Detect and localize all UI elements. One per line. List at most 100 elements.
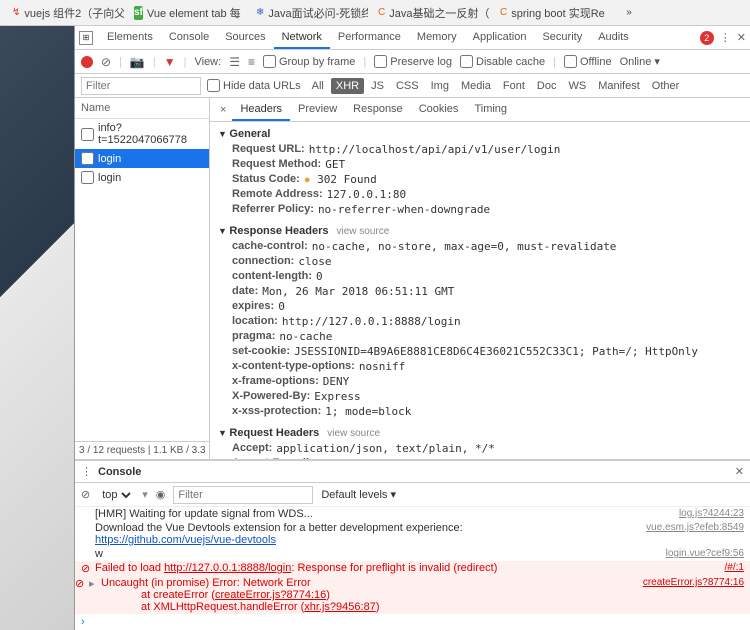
clear-icon[interactable]: ⊘ <box>101 55 111 69</box>
devtools-tab-security[interactable]: Security <box>534 27 590 49</box>
context-select[interactable]: top <box>98 488 134 502</box>
header-key: content-length: <box>232 270 312 283</box>
console-close-icon[interactable]: ✕ <box>735 465 744 478</box>
request-checkbox[interactable] <box>81 171 94 184</box>
type-filter-img[interactable]: Img <box>426 78 454 94</box>
request-row[interactable]: login <box>75 149 209 168</box>
header-key: X-Powered-By: <box>232 390 310 403</box>
type-filter-css[interactable]: CSS <box>391 78 424 94</box>
request-checkbox[interactable] <box>81 152 94 165</box>
source-link[interactable]: createError.js?8774:16 <box>643 577 744 588</box>
console-prompt[interactable]: › <box>75 614 750 630</box>
hide-data-urls-checkbox[interactable]: Hide data URLs <box>207 79 301 92</box>
network-filter-input[interactable] <box>81 77 201 95</box>
log-levels-select[interactable]: Default levels ▾ <box>321 488 396 501</box>
view-large-icon[interactable]: ☰ <box>229 55 240 69</box>
header-key: pragma: <box>232 330 275 343</box>
request-list-header[interactable]: Name <box>75 98 209 119</box>
browser-tab[interactable]: CJava基础之一反射（ <box>370 1 490 25</box>
header-row: Request Method: GET <box>218 157 742 172</box>
section-header[interactable]: General <box>218 126 742 142</box>
detail-tab-response[interactable]: Response <box>345 99 411 121</box>
header-key: Status Code: <box>232 173 300 186</box>
preserve-log-checkbox[interactable]: Preserve log <box>374 55 452 68</box>
header-row: Status Code: ● 302 Found <box>218 172 742 187</box>
header-row: pragma: no-cache <box>218 329 742 344</box>
header-row: Remote Address: 127.0.0.1:80 <box>218 187 742 202</box>
devtools-tab-console[interactable]: Console <box>161 27 217 49</box>
disable-cache-checkbox[interactable]: Disable cache <box>460 55 545 68</box>
source-link[interactable]: vue.esm.js?efeb:8549 <box>646 522 744 533</box>
header-key: Accept: <box>232 442 272 455</box>
source-link[interactable]: log.js?4244:23 <box>679 508 744 519</box>
browser-tab[interactable]: Cspring boot 实现Re <box>492 1 612 25</box>
stack-link[interactable]: xhr.js?9456:87 <box>304 601 376 613</box>
type-filter-xhr[interactable]: XHR <box>331 78 364 94</box>
header-value: JSESSIONID=4B9A6E8881CE8D6C4E36021C552C3… <box>294 345 698 358</box>
devtools-menu-icon[interactable]: ⋮ <box>720 31 731 44</box>
console-filter-input[interactable] <box>173 486 313 504</box>
network-filter-row: Hide data URLs AllXHRJSCSSImgMediaFontDo… <box>75 74 750 98</box>
devtools-tab-performance[interactable]: Performance <box>330 27 409 49</box>
type-filter-font[interactable]: Font <box>498 78 530 94</box>
source-link[interactable]: login.vue?cef9:56 <box>666 548 744 559</box>
devtools-tab-elements[interactable]: Elements <box>99 27 161 49</box>
devtools-tab-network[interactable]: Network <box>274 27 330 49</box>
browser-tab[interactable]: ↯vuejs 组件2（子向父 <box>4 1 124 25</box>
request-row[interactable]: login <box>75 168 209 187</box>
header-key: Remote Address: <box>232 188 323 201</box>
online-label[interactable]: Online ▾ <box>620 55 660 68</box>
console-clear-icon[interactable]: ⊘ <box>81 488 90 501</box>
capture-icon[interactable]: 📷 <box>130 55 145 69</box>
header-row: x-xss-protection: 1; mode=block <box>218 404 742 419</box>
devtools-link[interactable]: https://github.com/vuejs/vue-devtools <box>95 534 276 546</box>
console-menu-icon[interactable]: ⋮ <box>81 465 92 478</box>
error-indicator[interactable]: 2 <box>700 31 714 45</box>
dock-side-icon[interactable]: ⊞ <box>79 31 93 45</box>
type-filter-js[interactable]: JS <box>366 78 389 94</box>
source-link[interactable]: /#/:1 <box>725 562 744 573</box>
request-detail-pane: × HeadersPreviewResponseCookiesTiming Ge… <box>210 98 750 459</box>
section-header[interactable]: Response Headersview source <box>218 223 742 239</box>
browser-tab[interactable]: » <box>614 2 648 24</box>
detail-tab-preview[interactable]: Preview <box>290 99 345 121</box>
header-value: 0 <box>278 300 285 313</box>
view-source-link[interactable]: view source <box>327 428 380 439</box>
section-header[interactable]: Request Headersview source <box>218 425 742 441</box>
network-status-bar: 3 / 12 requests | 1.1 KB / 3.3 KB transf… <box>75 441 209 459</box>
filter-icon[interactable]: ▼ <box>164 55 176 69</box>
record-icon[interactable] <box>81 56 93 68</box>
stack-link[interactable]: createError.js?8774:16 <box>215 589 326 601</box>
detail-close-icon[interactable]: × <box>214 104 232 116</box>
request-checkbox[interactable] <box>81 128 94 141</box>
type-filter-media[interactable]: Media <box>456 78 496 94</box>
browser-tab[interactable]: sfVue element tab 每 <box>126 1 246 25</box>
type-filter-manifest[interactable]: Manifest <box>593 78 645 94</box>
detail-tab-headers[interactable]: Headers <box>232 99 290 121</box>
header-row: location: http://127.0.0.1:8888/login <box>218 314 742 329</box>
view-source-link[interactable]: view source <box>336 226 389 237</box>
offline-checkbox[interactable]: Offline <box>564 55 612 68</box>
type-filter-ws[interactable]: WS <box>563 78 591 94</box>
group-by-frame-checkbox[interactable]: Group by frame <box>263 55 355 68</box>
console-line: wlogin.vue?cef9:56 <box>75 547 750 561</box>
detail-tab-cookies[interactable]: Cookies <box>411 99 467 121</box>
expand-icon[interactable]: ▸ <box>89 577 101 590</box>
view-small-icon[interactable]: ≡ <box>248 55 255 69</box>
devtools-tab-application[interactable]: Application <box>465 27 535 49</box>
devtools-close-icon[interactable]: ✕ <box>737 31 746 44</box>
header-value: 0 <box>316 270 323 283</box>
header-row: content-length: 0 <box>218 269 742 284</box>
devtools-tab-sources[interactable]: Sources <box>217 27 273 49</box>
console-error: ⊘▸Uncaught (in promise) Error: Network E… <box>75 576 750 614</box>
type-filter-other[interactable]: Other <box>647 78 685 94</box>
detail-tab-timing[interactable]: Timing <box>466 99 515 121</box>
browser-tab[interactable]: ❄Java面试必问-死锁终 <box>248 1 368 25</box>
type-filter-doc[interactable]: Doc <box>532 78 562 94</box>
devtools-tab-audits[interactable]: Audits <box>590 27 637 49</box>
request-list: Name info?t=1522047066778loginlogin 3 / … <box>75 98 210 459</box>
type-filter-all[interactable]: All <box>307 78 329 94</box>
console-eye-icon[interactable]: ◉ <box>156 488 166 501</box>
request-row[interactable]: info?t=1522047066778 <box>75 119 209 149</box>
devtools-tab-memory[interactable]: Memory <box>409 27 465 49</box>
